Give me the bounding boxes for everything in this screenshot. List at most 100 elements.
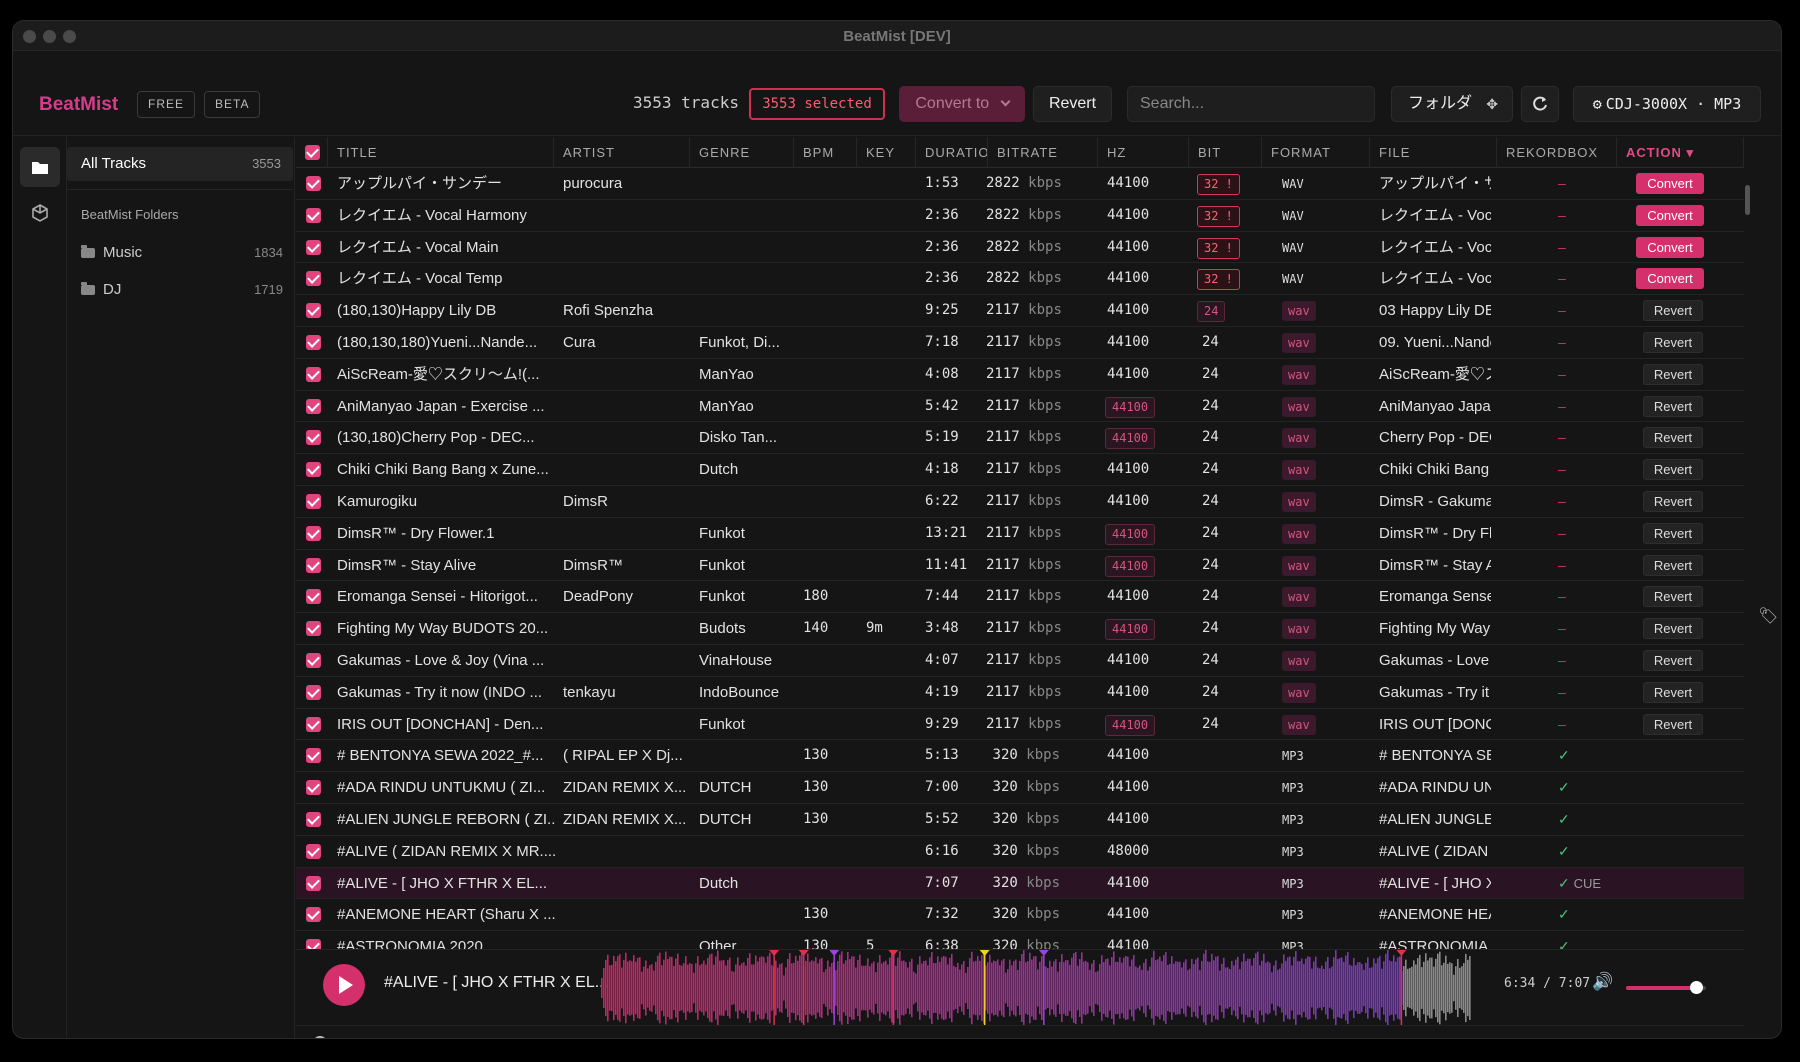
row-checkbox[interactable]: [306, 207, 321, 223]
table-row[interactable]: Kamurogiku DimsR 6:22 2117 kbps 44100 24 wav Di…: [296, 486, 1744, 518]
row-checkbox[interactable]: [306, 366, 321, 382]
folder-item-music[interactable]: Music 1834: [81, 238, 283, 268]
packages-tab[interactable]: [20, 193, 60, 233]
scroll-thumb[interactable]: [1745, 185, 1750, 215]
table-row[interactable]: Eromanga Sensei - Hitorigot... DeadPony Fu…: [296, 581, 1744, 614]
convert-row-button[interactable]: Convert: [1636, 173, 1704, 194]
waveform[interactable]: [601, 950, 1471, 1026]
row-checkbox[interactable]: [306, 652, 321, 668]
revert-row-button[interactable]: Revert: [1643, 395, 1703, 417]
column-header-file[interactable]: FILE: [1370, 137, 1497, 168]
revert-row-button[interactable]: Revert: [1643, 649, 1703, 671]
revert-row-button[interactable]: Revert: [1643, 300, 1703, 322]
info-icon[interactable]: i: [313, 1036, 327, 1038]
row-checkbox[interactable]: [306, 525, 321, 541]
row-checkbox[interactable]: [306, 907, 321, 923]
revert-row-button[interactable]: Revert: [1643, 586, 1703, 608]
row-checkbox[interactable]: [306, 684, 321, 700]
table-row[interactable]: #ALIVE ( ZIDAN REMIX X MR.... 6:16 320 kbp…: [296, 836, 1744, 868]
table-row[interactable]: Gakumas - Love & Joy (Vina ... VinaHouse 4…: [296, 645, 1744, 677]
column-header-key[interactable]: KEY: [857, 137, 916, 168]
tag-icon[interactable]: 🏷: [1758, 606, 1778, 626]
table-row[interactable]: #ALIEN JUNGLE REBORN ( ZI... ZIDAN REMIX …: [296, 804, 1744, 836]
row-checkbox[interactable]: [306, 875, 321, 891]
row-checkbox[interactable]: [306, 780, 321, 796]
row-checkbox[interactable]: [306, 843, 321, 859]
revert-row-button[interactable]: Revert: [1643, 618, 1703, 640]
table-row[interactable]: (130,180)Cherry Pop - DEC... Disko Tan...…: [296, 422, 1744, 455]
row-checkbox[interactable]: [306, 271, 321, 287]
refresh-button[interactable]: [1521, 86, 1559, 122]
search-input[interactable]: [1127, 86, 1375, 122]
table-row[interactable]: Chiki Chiki Bang Bang x Zune... Dutch 4:18…: [296, 454, 1744, 486]
table-row[interactable]: # BENTONYA SEWA 2022_#... ( RIPAL EP X Dj…: [296, 740, 1744, 773]
table-row[interactable]: #ASTRONOMIA 2020 Other 130 5 6:38 320 kbps 441…: [296, 931, 1744, 949]
table-row[interactable]: アップルパイ・サンデー purocura 1:53 2822 kbps 44100 32 …: [296, 168, 1744, 200]
row-checkbox[interactable]: [306, 493, 321, 509]
table-row[interactable]: Fighting My Way BUDOTS 20... Budots 140 9m 3…: [296, 613, 1744, 645]
table-row[interactable]: #ALIVE - [ JHO X FTHR X EL... Dutch 7:07 32…: [296, 867, 1744, 900]
column-header-bitrate[interactable]: BITRATE: [988, 137, 1098, 168]
row-checkbox[interactable]: [306, 621, 321, 637]
table-row[interactable]: AiScReam-愛♡スクリ〜ム!(... ManYao 4:08 2117 kbps…: [296, 359, 1744, 391]
table-row[interactable]: #ADA RINDU UNTUKMU ( ZI... ZIDAN REMIX X.…: [296, 772, 1744, 804]
column-header-artist[interactable]: ARTIST: [554, 137, 690, 168]
table-row[interactable]: (180,130,180)Yueni...Nande... Cura Funkot,…: [296, 327, 1744, 359]
table-row[interactable]: AniManyao Japan - Exercise ... ManYao 5:42…: [296, 391, 1744, 423]
table-row[interactable]: Gakumas - Try it now (INDO ... tenkayu Ind…: [296, 677, 1744, 709]
convert-row-button[interactable]: Convert: [1636, 236, 1704, 258]
folder-button[interactable]: フォルダ ✥: [1391, 86, 1513, 122]
table-scrollbar[interactable]: [1744, 137, 1752, 949]
revert-row-button[interactable]: Revert: [1643, 681, 1703, 703]
all-tracks-item[interactable]: All Tracks 3553: [67, 147, 293, 181]
volume-icon[interactable]: 🔊: [1592, 972, 1613, 992]
row-checkbox[interactable]: [306, 716, 321, 732]
column-header-genre[interactable]: GENRE: [690, 137, 794, 168]
table-row[interactable]: DimsR™ - Dry Flower.1 Funkot 13:21 2117 kbp…: [296, 518, 1744, 550]
revert-button[interactable]: Revert: [1033, 86, 1112, 122]
revert-row-button[interactable]: Revert: [1643, 554, 1703, 576]
revert-row-button[interactable]: Revert: [1643, 522, 1703, 544]
column-header-hz[interactable]: HZ: [1098, 137, 1189, 168]
select-all-header[interactable]: [296, 137, 328, 168]
row-checkbox[interactable]: [306, 239, 321, 255]
row-checkbox[interactable]: [306, 303, 321, 319]
revert-row-button[interactable]: Revert: [1643, 331, 1703, 353]
column-header-action[interactable]: ACTION ▾: [1617, 137, 1744, 168]
row-checkbox[interactable]: [306, 811, 321, 827]
volume-slider[interactable]: [1626, 981, 1706, 994]
revert-row-button[interactable]: Revert: [1643, 427, 1703, 449]
play-button[interactable]: [323, 964, 365, 1006]
table-row[interactable]: レクイエム - Vocal Harmony 2:36 2822 kbps 44100 3…: [296, 200, 1744, 232]
row-checkbox[interactable]: [306, 176, 321, 191]
table-row[interactable]: IRIS OUT [DONCHAN] - Den... Funkot 9:29 211…: [296, 709, 1744, 741]
column-header-bpm[interactable]: BPM: [794, 137, 857, 168]
row-checkbox[interactable]: [306, 398, 321, 414]
row-checkbox[interactable]: [306, 430, 321, 446]
convert-to-button[interactable]: Convert to: [899, 86, 1025, 122]
table-row[interactable]: DimsR™ - Stay Alive DimsR™ Funkot 11:41 2117…: [296, 550, 1744, 582]
table-row[interactable]: #ANEMONE HEART (Sharu X ... 130 7:32 320 kb…: [296, 899, 1744, 932]
row-checkbox[interactable]: [306, 557, 321, 573]
column-header-rekordbox[interactable]: REKORDBOX: [1497, 137, 1617, 168]
row-checkbox[interactable]: [306, 589, 321, 605]
library-tab[interactable]: [20, 147, 60, 187]
row-checkbox[interactable]: [306, 939, 321, 949]
revert-row-button[interactable]: Revert: [1643, 459, 1703, 481]
revert-row-button[interactable]: Revert: [1643, 713, 1703, 735]
table-row[interactable]: (180,130)Happy Lily DB Rofi Spenzha 9:25 21…: [296, 295, 1744, 327]
row-checkbox[interactable]: [306, 334, 321, 350]
revert-row-button[interactable]: Revert: [1643, 363, 1703, 385]
convert-row-button[interactable]: Convert: [1636, 268, 1704, 290]
convert-row-button[interactable]: Convert: [1636, 204, 1704, 226]
table-row[interactable]: レクイエム - Vocal Main 2:36 2822 kbps 44100 32 !…: [296, 232, 1744, 264]
row-checkbox[interactable]: [306, 748, 321, 764]
device-profile-button[interactable]: ⚙ CDJ-3000X · MP3: [1573, 86, 1761, 122]
folder-item-dj[interactable]: DJ 1719: [81, 275, 283, 305]
column-header-title[interactable]: TITLE: [328, 137, 554, 168]
column-header-duration[interactable]: DURATION: [916, 137, 988, 168]
volume-knob[interactable]: [1690, 981, 1704, 994]
table-row[interactable]: レクイエム - Vocal Temp 2:36 2822 kbps 44100 32 !…: [296, 263, 1744, 296]
column-header-format[interactable]: FORMAT: [1262, 137, 1370, 168]
revert-row-button[interactable]: Revert: [1643, 490, 1703, 512]
